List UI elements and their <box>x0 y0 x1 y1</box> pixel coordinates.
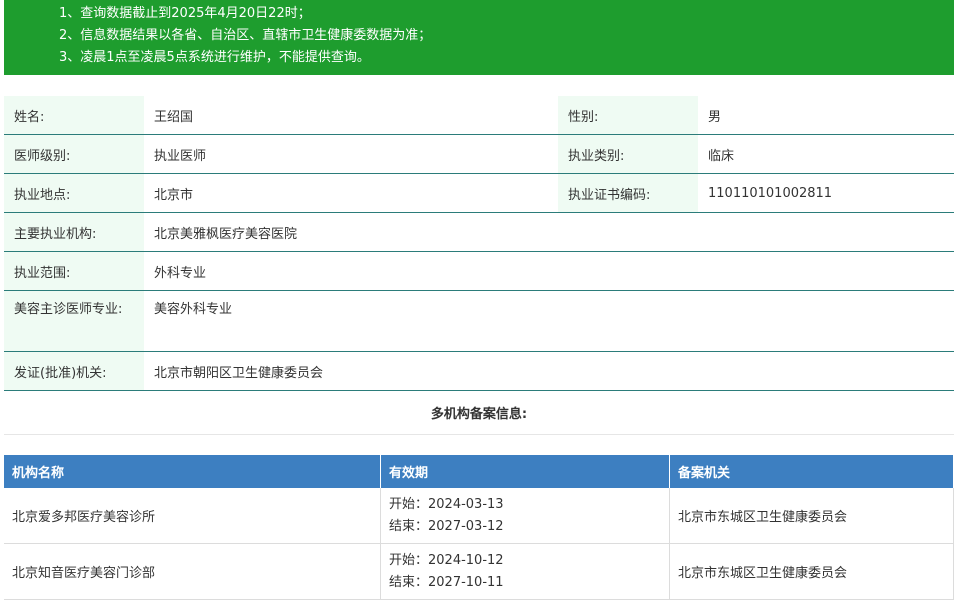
table-row: 北京知音医疗美容门诊部 开始：2024-10-12 结束：2027-10-11 … <box>4 543 954 600</box>
scope-value: 外科专业 <box>154 265 207 281</box>
gender-value: 男 <box>708 109 722 125</box>
validity-start: 开始：2024-10-12 <box>389 552 504 568</box>
location-value: 北京市 <box>154 187 194 203</box>
table-row: 北京爱多邦医疗美容诊所 开始：2024-03-13 结束：2027-03-12 … <box>4 488 954 544</box>
issuer-label: 发证(批准)机关: <box>4 352 144 390</box>
info-row-issuer: 发证(批准)机关: 北京市朝阳区卫生健康委员会 <box>4 352 954 391</box>
notice-line-3: 3、凌晨1点至凌晨5点系统进行维护，不能提供查询。 <box>59 50 370 65</box>
issuer-value: 北京市朝阳区卫生健康委员会 <box>154 365 324 381</box>
gender-label: 性别: <box>558 96 698 134</box>
header-authority: 备案机关 <box>669 455 954 488</box>
info-row-level: 医师级别: 执业医师 执业类别: 临床 <box>4 135 954 174</box>
name-label: 姓名: <box>4 96 144 134</box>
level-value: 执业医师 <box>154 148 207 164</box>
name-value: 王绍国 <box>154 109 194 125</box>
notice-banner: 1、查询数据截止到2025年4月20日22时； 2、信息数据结果以各省、自治区、… <box>4 0 954 75</box>
row-authority: 北京市东城区卫生健康委员会 <box>669 543 954 600</box>
notice-line-1: 1、查询数据截止到2025年4月20日22时； <box>59 6 311 21</box>
category-label: 执业类别: <box>558 135 698 173</box>
info-row-beauty: 美容主诊医师专业: 美容外科专业 <box>4 291 954 352</box>
row-authority: 北京市东城区卫生健康委员会 <box>669 488 954 544</box>
cert-value: 110110101002811 <box>708 185 833 201</box>
info-row-org: 主要执业机构: 北京美雅枫医疗美容医院 <box>4 213 954 252</box>
registry-header-row: 机构名称 有效期 备案机关 <box>4 455 954 488</box>
header-org: 机构名称 <box>4 455 381 488</box>
beauty-label: 美容主诊医师专业: <box>4 291 144 351</box>
row-org: 北京知音医疗美容门诊部 <box>4 543 381 600</box>
doctor-info-table: 姓名: 王绍国 性别: 男 医师级别: 执业医师 执业类别: 临床 执业地点: … <box>4 96 954 391</box>
row-org: 北京爱多邦医疗美容诊所 <box>4 488 381 544</box>
row-validity: 开始：2024-10-12 结束：2027-10-11 <box>380 543 670 600</box>
info-row-location: 执业地点: 北京市 执业证书编码: 110110101002811 <box>4 174 954 213</box>
registry-table: 机构名称 有效期 备案机关 北京爱多邦医疗美容诊所 开始：2024-03-13 … <box>4 455 954 600</box>
header-validity: 有效期 <box>380 455 670 488</box>
validity-end: 结束：2027-10-11 <box>389 574 504 590</box>
cert-label: 执业证书编码: <box>558 174 698 212</box>
validity-start: 开始：2024-03-13 <box>389 496 504 512</box>
info-row-scope: 执业范围: 外科专业 <box>4 252 954 291</box>
scope-label: 执业范围: <box>4 252 144 290</box>
multi-org-title: 多机构备案信息: <box>4 391 954 435</box>
notice-line-2: 2、信息数据结果以各省、自治区、直辖市卫生健康委数据为准； <box>59 28 432 43</box>
org-value: 北京美雅枫医疗美容医院 <box>154 226 298 242</box>
row-validity: 开始：2024-03-13 结束：2027-03-12 <box>380 488 670 544</box>
level-label: 医师级别: <box>4 135 144 173</box>
validity-end: 结束：2027-03-12 <box>389 518 504 534</box>
beauty-value: 美容外科专业 <box>154 302 233 317</box>
info-row-name: 姓名: 王绍国 性别: 男 <box>4 96 954 135</box>
category-value: 临床 <box>708 148 735 164</box>
location-label: 执业地点: <box>4 174 144 212</box>
org-label: 主要执业机构: <box>4 213 144 251</box>
